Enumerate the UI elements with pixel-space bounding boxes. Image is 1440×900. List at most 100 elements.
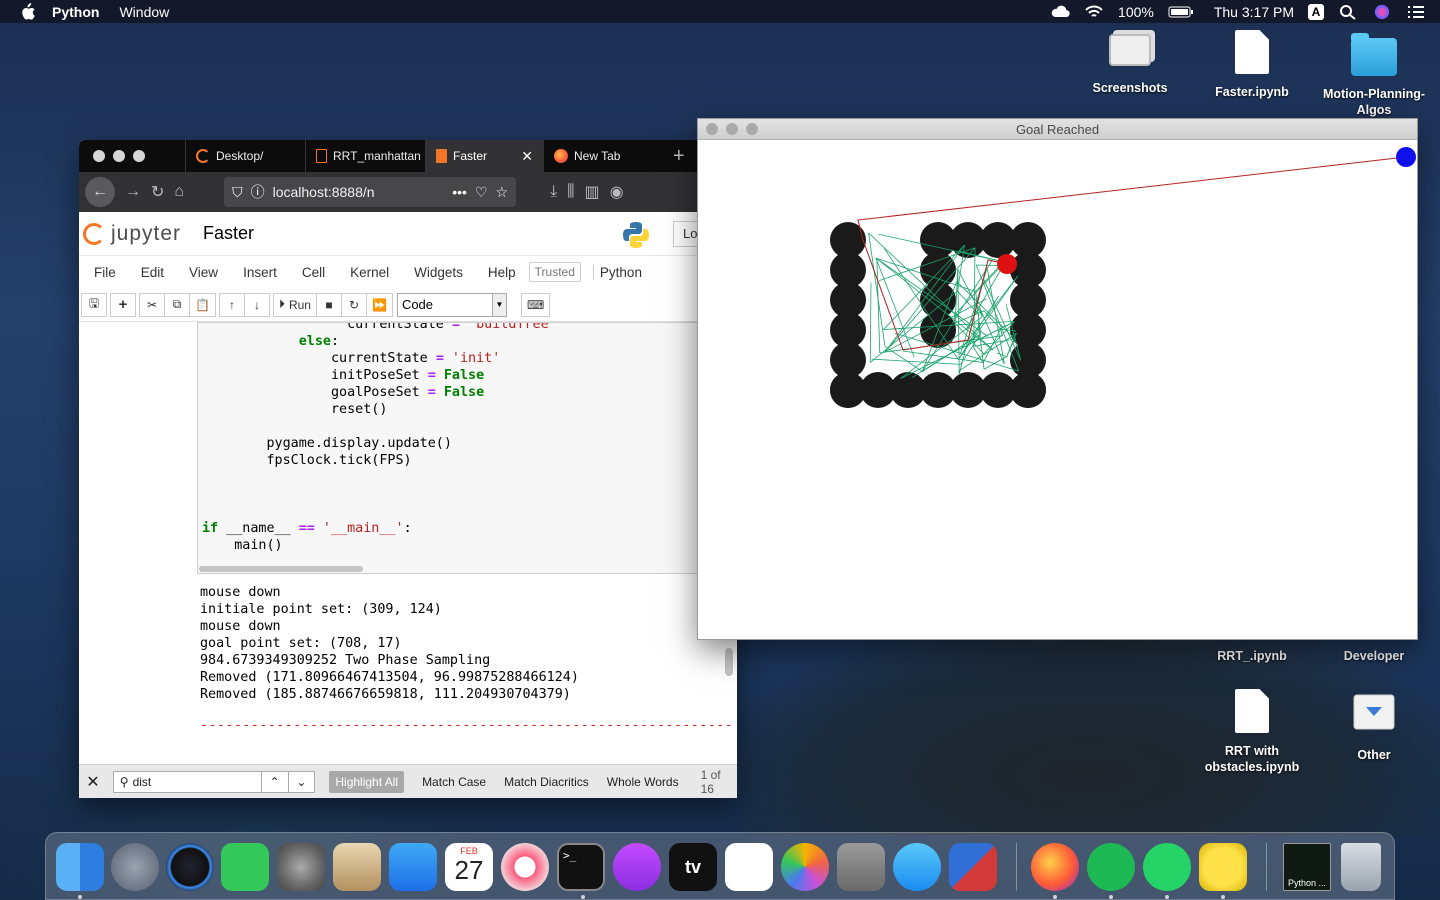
new-tab-plus-icon[interactable]: + [673, 145, 685, 168]
notebook-title[interactable]: Faster [203, 223, 254, 244]
zoom-window-button[interactable] [133, 150, 145, 162]
url-bar[interactable]: ⛉ ⓘ localhost:8888/n ••• ♡ ☆ [224, 177, 517, 207]
code-cell[interactable]: currentState = 'buildTree' else: current… [197, 322, 737, 574]
clock[interactable]: Thu 3:17 PM [1214, 4, 1294, 20]
restart-icon[interactable]: ↻ [340, 292, 367, 317]
sidebar-icon[interactable]: ▥ [585, 182, 600, 202]
menu-file[interactable]: File [94, 265, 116, 280]
stop-icon[interactable]: ■ [315, 292, 342, 317]
desktop-icon-other[interactable]: Other [1319, 693, 1429, 763]
forward-arrow-icon[interactable]: → [125, 183, 141, 201]
menu-cell[interactable]: Cell [302, 265, 325, 280]
terminal-icon[interactable]: >_ [557, 843, 605, 891]
horizontal-scrollbar[interactable] [199, 566, 363, 572]
match-case-toggle[interactable]: Match Case [422, 775, 486, 789]
account-icon[interactable]: ◉ [610, 182, 624, 202]
downloads-icon[interactable]: ⤓ [550, 183, 557, 201]
save-icon[interactable]: 🖫 [81, 292, 107, 317]
menu-insert[interactable]: Insert [243, 265, 277, 280]
messages-icon[interactable] [893, 843, 941, 891]
desktop-icon-rrt-with-obstacles[interactable]: RRT with obstacles.ipynb [1197, 689, 1307, 775]
paste-icon[interactable]: 📋 [189, 292, 216, 317]
jupyter-logo[interactable]: jupyter [83, 222, 181, 246]
desktop-icon-developer[interactable]: Developer [1319, 648, 1429, 664]
code-editor[interactable]: currentState = 'buildTree' else: current… [202, 323, 557, 554]
cyberduck-icon[interactable] [1199, 843, 1247, 891]
quicktime-icon[interactable] [166, 843, 214, 891]
whole-words-toggle[interactable]: Whole Words [607, 775, 679, 789]
tab-rrt-manhattan[interactable]: RRT_manhattan [305, 140, 425, 172]
menu-help[interactable]: Help [488, 265, 516, 280]
firefox-icon[interactable] [1031, 843, 1079, 891]
pocket-icon[interactable]: ♡ [475, 184, 488, 201]
desktop-icon-rrt-ipynb[interactable]: RRT_.ipynb [1197, 648, 1307, 664]
library-icon[interactable]: ⫼ [567, 183, 574, 201]
move-down-arrow-icon[interactable]: ↓ [243, 292, 270, 317]
close-find-icon[interactable]: ✕ [79, 772, 107, 792]
desktop-icon-faster-ipynb[interactable]: Faster.ipynb [1197, 30, 1307, 100]
input-source-icon[interactable]: A [1308, 3, 1324, 20]
spotify-icon[interactable] [1087, 843, 1135, 891]
keyboard-shortcuts-icon[interactable]: ⌨ [520, 292, 551, 317]
fast-forward-icon[interactable]: ⏩ [365, 292, 393, 317]
photos-icon[interactable] [781, 843, 829, 891]
creative-cloud-icon[interactable] [1050, 4, 1070, 20]
insert-cell-plus-icon[interactable]: + [110, 292, 136, 317]
trash-icon[interactable] [1341, 843, 1381, 891]
virtualbox-icon[interactable] [949, 843, 997, 891]
home-icon[interactable]: ⌂ [174, 183, 184, 201]
spotlight-search-icon[interactable] [1338, 4, 1358, 20]
app-store-icon[interactable] [389, 843, 437, 891]
menu-view[interactable]: View [189, 265, 218, 280]
apple-menu-icon[interactable] [18, 2, 36, 21]
back-arrow-icon[interactable]: ← [85, 177, 115, 207]
cut-icon[interactable]: ✂ [139, 292, 165, 317]
apple-tv-icon[interactable]: tv [669, 843, 717, 891]
app-menu-python[interactable]: Python [52, 4, 99, 20]
highlight-all-toggle[interactable]: Highlight All [329, 770, 405, 793]
page-actions-icon[interactable]: ••• [452, 184, 467, 200]
launchpad-rocket-icon[interactable] [111, 843, 159, 891]
tracking-shield-icon[interactable]: ⛉ [232, 184, 243, 201]
reload-icon[interactable]: ↻ [151, 182, 164, 202]
chess-icon[interactable] [333, 843, 381, 891]
cell-type-select[interactable]: Code ▼ [396, 292, 507, 317]
tab-faster[interactable]: Faster ✕ [425, 140, 543, 172]
finder-icon[interactable] [56, 843, 104, 891]
whatsapp-icon[interactable] [1143, 843, 1191, 891]
run-button[interactable]: ⏵ Run [272, 292, 317, 317]
menu-window[interactable]: Window [119, 4, 169, 20]
site-info-icon[interactable]: ⓘ [251, 182, 265, 202]
match-diacritics-toggle[interactable]: Match Diacritics [504, 775, 589, 789]
menu-edit[interactable]: Edit [141, 265, 164, 280]
tab-new-tab[interactable]: New Tab [543, 140, 663, 172]
calendar-icon[interactable]: FEB 27 [445, 843, 493, 891]
vertical-scrollbar[interactable] [725, 648, 733, 676]
battery-icon[interactable] [1168, 4, 1194, 20]
close-window-button[interactable] [93, 150, 105, 162]
reminders-icon[interactable] [725, 843, 773, 891]
desktop-icon-screenshots[interactable]: Screenshots [1075, 34, 1185, 96]
minimize-window-button[interactable] [113, 150, 125, 162]
bookmark-star-icon[interactable]: ☆ [496, 184, 509, 201]
menu-widgets[interactable]: Widgets [414, 265, 463, 280]
menu-kernel[interactable]: Kernel [350, 265, 389, 280]
pygame-title-bar[interactable]: Goal Reached [698, 119, 1417, 140]
siri-icon[interactable] [1372, 4, 1392, 20]
move-up-arrow-icon[interactable]: ↑ [218, 292, 245, 317]
minimized-python-window[interactable]: Python ... [1283, 843, 1331, 891]
music-icon[interactable] [501, 843, 549, 891]
tab-desktop[interactable]: Desktop/ [185, 140, 305, 172]
system-preferences-gear-icon[interactable] [277, 843, 325, 891]
wifi-icon[interactable] [1084, 4, 1104, 20]
url-text[interactable]: localhost:8888/n [273, 184, 445, 200]
copy-icon[interactable]: ⧉ [164, 292, 190, 317]
close-tab-icon[interactable]: ✕ [521, 148, 533, 165]
notification-center-icon[interactable] [1406, 4, 1426, 20]
find-input[interactable]: ⚲ dist [112, 770, 262, 793]
podcasts-icon[interactable] [613, 843, 661, 891]
find-previous-chevron-up-icon[interactable]: ⌃ [260, 770, 289, 793]
calculator-icon[interactable] [837, 843, 885, 891]
trusted-badge[interactable]: Trusted [528, 262, 581, 282]
find-next-chevron-down-icon[interactable]: ⌄ [287, 770, 316, 793]
